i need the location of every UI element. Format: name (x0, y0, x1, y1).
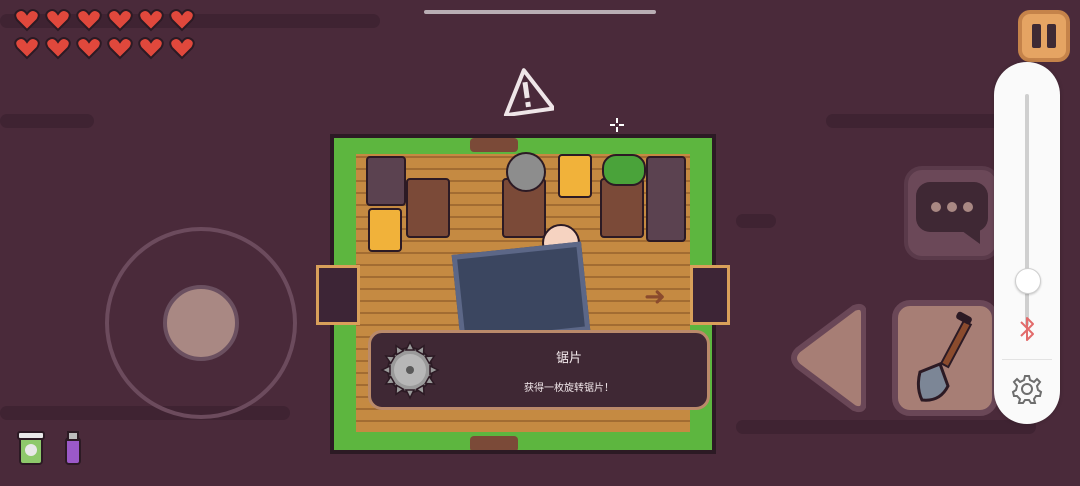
bg-stripe (736, 420, 1036, 434)
heart-icon (138, 9, 164, 32)
drink-cup-icon[interactable] (16, 430, 46, 466)
chat-button[interactable] (904, 166, 1000, 260)
pause-icon (1032, 24, 1041, 48)
room-wall-bottom (334, 432, 712, 450)
heart-icon (107, 9, 133, 32)
left-door (316, 265, 360, 325)
bg-stripe (0, 406, 290, 420)
lighter-icon[interactable] (60, 430, 86, 466)
shelf-crate (406, 178, 450, 238)
barrel (646, 156, 686, 242)
plant-pot (602, 154, 646, 186)
gear-icon[interactable] (1010, 372, 1044, 406)
bg-stripe (736, 214, 776, 228)
inventory-bar (16, 430, 86, 466)
health-hearts (14, 8, 204, 60)
heart-icon (14, 9, 40, 32)
move-left-button[interactable] (784, 300, 866, 416)
sparkle-icon (610, 118, 624, 132)
wall-door (470, 436, 518, 450)
heart-icon (76, 37, 102, 60)
circular-saw-blade-icon (380, 340, 440, 400)
home-indicator[interactable] (424, 10, 656, 14)
pause-icon (1047, 24, 1056, 48)
dig-button[interactable] (892, 300, 998, 416)
heart-icon (107, 37, 133, 60)
bg-stripe (826, 114, 1006, 128)
saw-item (506, 152, 546, 192)
bg-stripe (0, 114, 94, 128)
joystick-knob[interactable] (163, 285, 239, 361)
barrel (366, 156, 406, 206)
bluetooth-icon[interactable] (1014, 314, 1040, 344)
heart-icon (169, 37, 195, 60)
heart-icon (14, 37, 40, 60)
heart-icon (76, 9, 102, 32)
heart-icon (169, 9, 195, 32)
panel-divider (1002, 359, 1052, 360)
pause-button[interactable] (1018, 10, 1070, 62)
wall-door (470, 138, 518, 152)
volume-slider-thumb[interactable] (1015, 267, 1041, 294)
shovel-icon (916, 311, 973, 402)
heart-icon (138, 37, 164, 60)
honey-jar (368, 208, 402, 252)
honey-jar (558, 154, 592, 198)
warning-icon (503, 68, 554, 116)
control-side-panel (994, 62, 1060, 424)
right-door (690, 265, 730, 325)
shelf-crate (600, 178, 644, 238)
arrow-right-icon: ➜ (644, 282, 666, 312)
speech-bubble-icon (916, 182, 988, 244)
heart-icon (45, 9, 71, 32)
heart-icon (45, 37, 71, 60)
